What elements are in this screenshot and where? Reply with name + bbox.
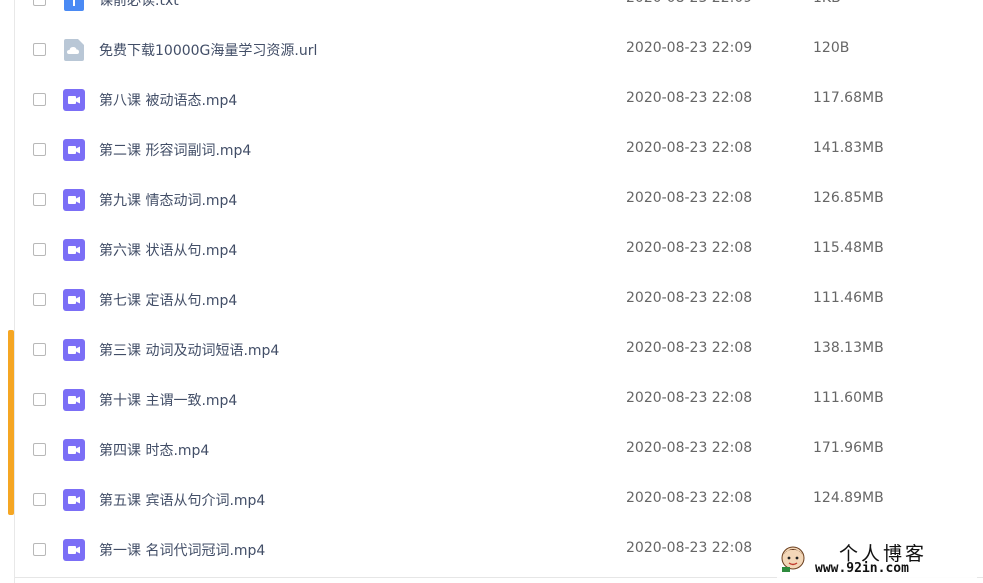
sidebar-accent-bar bbox=[8, 330, 14, 515]
file-size: 138.13MB bbox=[813, 340, 884, 356]
file-name[interactable]: 第七课 定语从句.mp4 bbox=[99, 290, 237, 310]
file-date: 2020-08-23 22:09 bbox=[626, 40, 753, 56]
file-size: 111.46MB bbox=[813, 290, 884, 306]
file-date: 2020-08-23 22:08 bbox=[626, 140, 753, 156]
file-size: 111.60MB bbox=[813, 390, 884, 406]
row-checkbox[interactable] bbox=[33, 343, 46, 356]
file-size: 115.48MB bbox=[813, 240, 884, 256]
file-size: 120B bbox=[813, 40, 850, 56]
file-date: 2020-08-23 22:09 bbox=[626, 0, 752, 6]
file-row[interactable]: 第八课 被动语态.mp4 2020-08-23 22:08 117.68MB bbox=[15, 75, 983, 125]
row-checkbox[interactable] bbox=[33, 243, 46, 256]
row-checkbox[interactable] bbox=[33, 193, 46, 206]
file-date: 2020-08-23 22:08 bbox=[626, 340, 753, 356]
file-name[interactable]: 第五课 宾语从句介词.mp4 bbox=[99, 490, 265, 510]
file-name[interactable]: 课前必读.txt bbox=[99, 0, 179, 10]
file-name[interactable]: 第一课 名词代词冠词.mp4 bbox=[99, 540, 265, 560]
file-date: 2020-08-23 22:08 bbox=[626, 490, 753, 506]
file-size: 124.89MB bbox=[813, 490, 884, 506]
file-name[interactable]: 第三课 动词及动词短语.mp4 bbox=[99, 340, 279, 360]
file-name[interactable]: 免费下载10000G海量学习资源.url bbox=[99, 40, 317, 60]
file-row[interactable]: 第二课 形容词副词.mp4 2020-08-23 22:08 141.83MB bbox=[15, 125, 983, 175]
file-row[interactable]: 课前必读.txt 2020-08-23 22:09 1KB bbox=[15, 0, 983, 25]
row-checkbox[interactable] bbox=[33, 543, 46, 556]
row-checkbox[interactable] bbox=[33, 293, 46, 306]
file-row[interactable]: 第十课 主谓一致.mp4 2020-08-23 22:08 111.60MB bbox=[15, 375, 983, 425]
row-checkbox[interactable] bbox=[33, 0, 46, 6]
watermark: 个人博客 www.92in.com bbox=[777, 539, 977, 579]
watermark-logo-icon bbox=[781, 546, 805, 572]
file-row[interactable]: 第六课 状语从句.mp4 2020-08-23 22:08 115.48MB bbox=[15, 225, 983, 275]
row-checkbox[interactable] bbox=[33, 443, 46, 456]
file-name[interactable]: 第九课 情态动词.mp4 bbox=[99, 190, 237, 210]
file-size: 126.85MB bbox=[813, 190, 884, 206]
watermark-url: www.92in.com bbox=[815, 561, 909, 576]
file-size: 1KB bbox=[813, 0, 841, 6]
file-name[interactable]: 第六课 状语从句.mp4 bbox=[99, 240, 237, 260]
file-size: 141.83MB bbox=[813, 140, 884, 156]
file-size: 117.68MB bbox=[813, 90, 884, 106]
file-row[interactable]: 第五课 宾语从句介词.mp4 2020-08-23 22:08 124.89MB bbox=[15, 475, 983, 525]
file-list: 课前必读.txt 2020-08-23 22:09 1KB 免费下载10000G海量学… bbox=[15, 0, 983, 575]
file-size: 171.96MB bbox=[813, 440, 884, 456]
file-date: 2020-08-23 22:08 bbox=[626, 540, 753, 556]
file-row[interactable]: 第四课 时态.mp4 2020-08-23 22:08 171.96MB bbox=[15, 425, 983, 475]
file-date: 2020-08-23 22:08 bbox=[626, 290, 753, 306]
file-name[interactable]: 第二课 形容词副词.mp4 bbox=[99, 140, 251, 160]
file-row[interactable]: 第三课 动词及动词短语.mp4 2020-08-23 22:08 138.13MB bbox=[15, 325, 983, 375]
row-checkbox[interactable] bbox=[33, 493, 46, 506]
file-name[interactable]: 第八课 被动语态.mp4 bbox=[99, 90, 237, 110]
file-date: 2020-08-23 22:08 bbox=[626, 390, 753, 406]
file-row[interactable]: 第九课 情态动词.mp4 2020-08-23 22:08 126.85MB bbox=[15, 175, 983, 225]
row-checkbox[interactable] bbox=[33, 393, 46, 406]
file-row[interactable]: 免费下载10000G海量学习资源.url 2020-08-23 22:09 120B bbox=[15, 25, 983, 75]
file-row[interactable]: 第七课 定语从句.mp4 2020-08-23 22:08 111.46MB bbox=[15, 275, 983, 325]
file-name[interactable]: 第十课 主谓一致.mp4 bbox=[99, 390, 237, 410]
row-checkbox[interactable] bbox=[33, 93, 46, 106]
row-checkbox[interactable] bbox=[33, 43, 46, 56]
row-checkbox[interactable] bbox=[33, 143, 46, 156]
file-date: 2020-08-23 22:08 bbox=[626, 240, 753, 256]
file-date: 2020-08-23 22:08 bbox=[626, 440, 753, 456]
file-name[interactable]: 第四课 时态.mp4 bbox=[99, 440, 209, 460]
file-date: 2020-08-23 22:08 bbox=[626, 90, 753, 106]
file-date: 2020-08-23 22:08 bbox=[626, 190, 753, 206]
